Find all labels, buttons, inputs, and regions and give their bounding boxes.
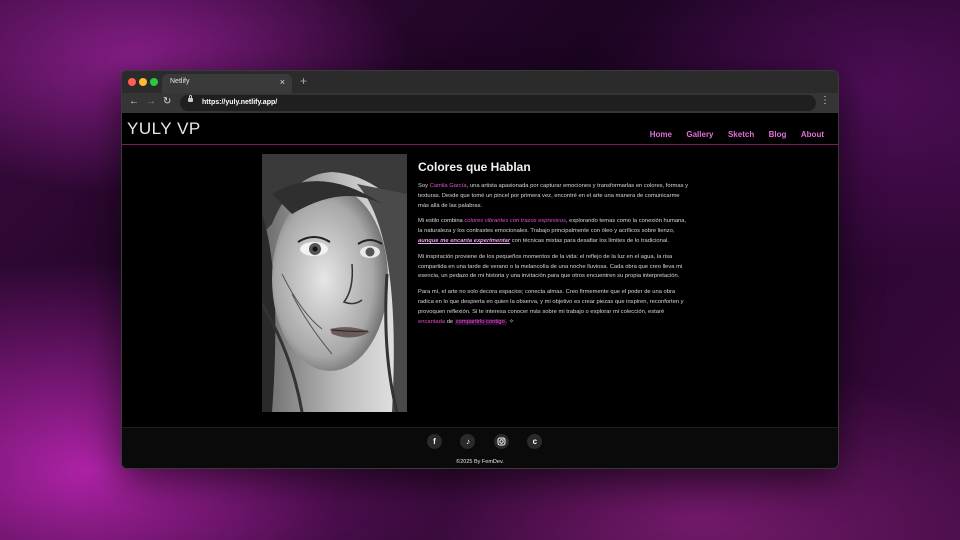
nav-gallery[interactable]: Gallery [686, 130, 713, 139]
forward-icon[interactable]: → [146, 96, 156, 107]
browser-tab[interactable]: Netlify × [162, 74, 292, 93]
nav-about[interactable]: About [801, 130, 824, 139]
browser-window: Netlify × + ← → ↻ https://yuly.netlify.a… [121, 70, 839, 469]
site-header: YULY VP Home Gallery Sketch Blog About [122, 113, 838, 145]
tab-bar: Netlify × + [122, 71, 838, 93]
browser-menu-icon[interactable]: ⋮ [820, 95, 830, 106]
share-link[interactable]: compartirlo contigo [454, 318, 506, 325]
tiktok-icon[interactable]: ♪ [460, 434, 476, 449]
c-icon[interactable]: c [527, 434, 543, 449]
tab-title: Netlify [170, 78, 190, 85]
about-section: Colores que Hablan Soy Camila García, un… [418, 160, 690, 333]
about-paragraph-1: Soy Camila García, una artista apasionad… [418, 183, 689, 209]
copyright-text: ©2025 By FemDev. [456, 459, 504, 465]
url-text: https://yuly.netlify.app/ [202, 99, 278, 106]
nav-home[interactable]: Home [650, 130, 672, 139]
maximize-window-button[interactable] [150, 78, 158, 86]
reload-icon[interactable]: ↻ [163, 96, 171, 107]
website: YULY VP Home Gallery Sketch Blog About C… [122, 113, 838, 468]
about-paragraph-2: Mi estilo combina colores vibrantes con … [418, 218, 687, 244]
close-window-button[interactable] [128, 78, 136, 86]
artist-name-highlight: Camila García [429, 183, 467, 189]
artist-portrait [262, 154, 407, 412]
browser-toolbar: ← → ↻ https://yuly.netlify.app/ ⋮ [122, 93, 838, 113]
site-logo[interactable]: YULY VP [127, 119, 201, 139]
new-tab-button[interactable]: + [300, 74, 307, 88]
lock-icon [188, 95, 193, 102]
back-icon[interactable]: ← [129, 96, 139, 107]
style-highlight: colores vibrantes con trazos expresivos [464, 218, 566, 225]
about-paragraph-3: Mi inspiración proviene de los pequeños … [418, 253, 683, 280]
instagram-icon[interactable] [493, 434, 509, 449]
address-bar[interactable]: https://yuly.netlify.app/ [180, 95, 816, 111]
nav-sketch[interactable]: Sketch [728, 130, 754, 139]
portrait-illustration [262, 154, 407, 412]
facebook-icon[interactable]: f [427, 434, 442, 449]
minimize-window-button[interactable] [139, 78, 147, 86]
site-footer: f ♪ c ©2025 By FemDev. [122, 427, 838, 468]
experiment-highlight: aunque me encanta experimentar [418, 237, 511, 244]
about-heading: Colores que Hablan [418, 160, 531, 174]
main-nav: Home Gallery Sketch Blog About [640, 124, 824, 142]
nav-blog[interactable]: Blog [769, 130, 787, 139]
close-tab-icon[interactable]: × [280, 77, 285, 87]
about-paragraph-4: Para mí, el arte no solo decora espacios… [418, 289, 684, 325]
encantada-highlight: encantada [418, 318, 446, 325]
social-links: f ♪ c [427, 434, 556, 452]
